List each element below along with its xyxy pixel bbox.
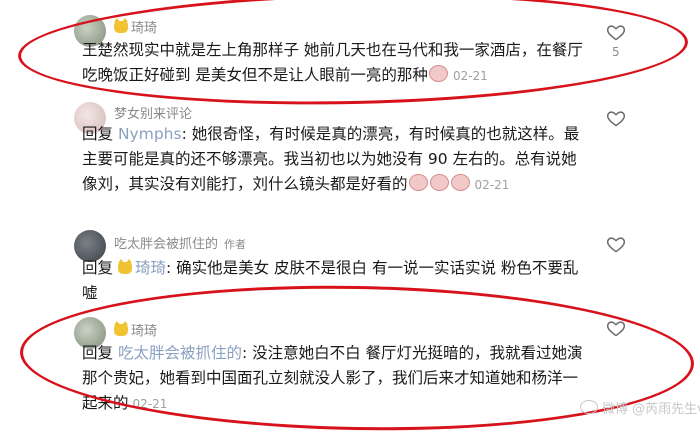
like-heart-icon[interactable] [606,234,626,254]
author-tag: 作者 [224,238,247,251]
comment-username[interactable]: 琦琦 [114,17,157,36]
comment-text: 回复 Nymphs: 她很奇怪，有时候是真的漂亮，有时候真的也就这样。最主要可能… [82,125,580,193]
cat-badge-icon [114,321,128,336]
comment-date: 02-21 [452,69,488,83]
comment-text: 回复 吃太胖会被抓住的: 没注意她白不白 餐厅灯光挺暗的，我就看过她演那个贵妃，… [82,344,583,412]
comment-text: 回复 琦琦: 确实他是美女 皮肤不是很白 有一说一实话实说 粉色不要乱嘘 [82,259,579,302]
watermark: 微博 @芮雨先生v [580,398,700,417]
mention-link[interactable]: 吃太胖会被抓住的 [118,344,242,362]
pig-emoji-icon [428,65,448,82]
comment-username[interactable]: 吃太胖会被抓住的 作者 [114,233,246,252]
mention-link[interactable]: 琦琦 [135,259,166,277]
like-heart-icon[interactable] [606,108,626,128]
comment-username[interactable]: 梦女别来评论 [114,103,192,122]
weibo-logo-icon [580,400,598,414]
like-heart-icon[interactable] [606,318,626,338]
comment-username[interactable]: 琦琦 [114,320,157,339]
pig-emoji-icon [408,174,428,191]
comment-date: 02-21 [474,178,510,192]
like-count: 5 [612,45,620,59]
mention-link[interactable]: Nymphs [118,125,182,143]
like-heart-icon[interactable] [606,22,626,42]
comment-date: 02-21 [132,397,168,411]
cat-badge-icon [114,18,128,33]
cat-badge-icon [117,259,132,274]
pig-emoji-icon [450,174,470,191]
pig-emoji-icon [429,174,449,191]
comment-text: 王楚然现实中就是左上角那样子 她前几天也在马代和我一家酒店，在餐厅吃晚饭正好碰到… [82,41,583,84]
